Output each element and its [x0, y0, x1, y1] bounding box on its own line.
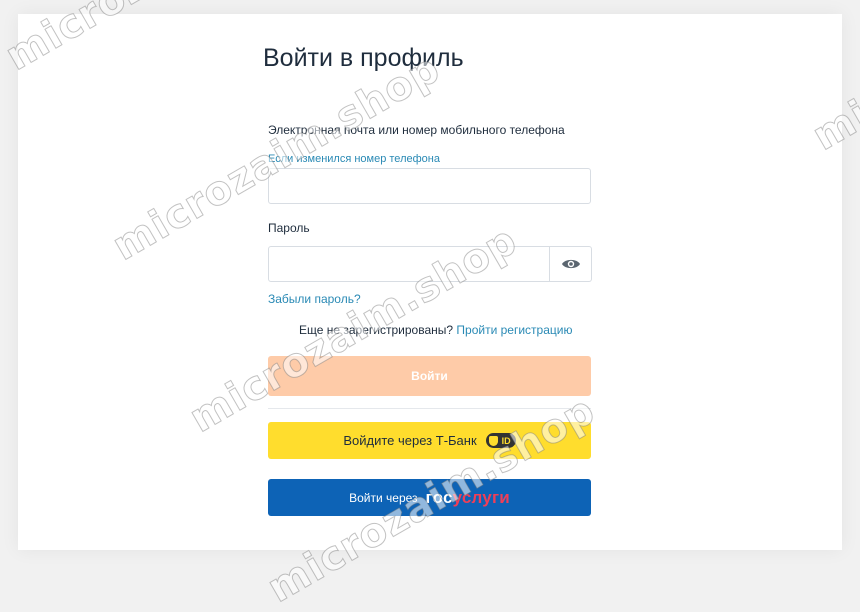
page-title: Войти в профиль: [263, 44, 464, 72]
gosuslugi-button-label: Войти через: [349, 490, 418, 505]
register-row: Еще не зарегистрированы? Пройти регистра…: [299, 323, 572, 337]
gosuslugi-login-button[interactable]: Войти через госуслуги: [268, 479, 591, 516]
gosuslugi-logo-part2: услуги: [452, 487, 510, 507]
show-password-button[interactable]: [550, 246, 592, 282]
page-card: Войти в профиль Электронная почта или но…: [18, 14, 842, 550]
tbank-badge-text: ID: [501, 435, 511, 446]
tbank-id-badge: ID: [485, 433, 516, 448]
divider: [268, 408, 591, 409]
password-field-label: Пароль: [268, 221, 310, 235]
password-input[interactable]: [268, 246, 550, 282]
gosuslugi-logo: госуслуги: [426, 488, 510, 508]
tbank-shield-icon: [488, 435, 498, 446]
phone-changed-link[interactable]: Если изменился номер телефона: [268, 153, 440, 165]
not-registered-text: Еще не зарегистрированы?: [299, 323, 454, 337]
register-link[interactable]: Пройти регистрацию: [456, 323, 572, 337]
eye-icon: [561, 259, 580, 269]
login-button-label: Войти: [411, 369, 448, 383]
tbank-login-button[interactable]: Войдите через Т-Банк ID: [268, 422, 591, 459]
gosuslugi-logo-part1: гос: [425, 487, 453, 507]
forgot-password-link[interactable]: Забыли пароль?: [268, 292, 361, 306]
login-field-label: Электронная почта или номер мобильного т…: [268, 123, 565, 137]
login-input[interactable]: [268, 168, 591, 204]
tbank-button-label: Войдите через Т-Банк: [343, 433, 477, 448]
login-button[interactable]: Войти: [268, 356, 591, 396]
